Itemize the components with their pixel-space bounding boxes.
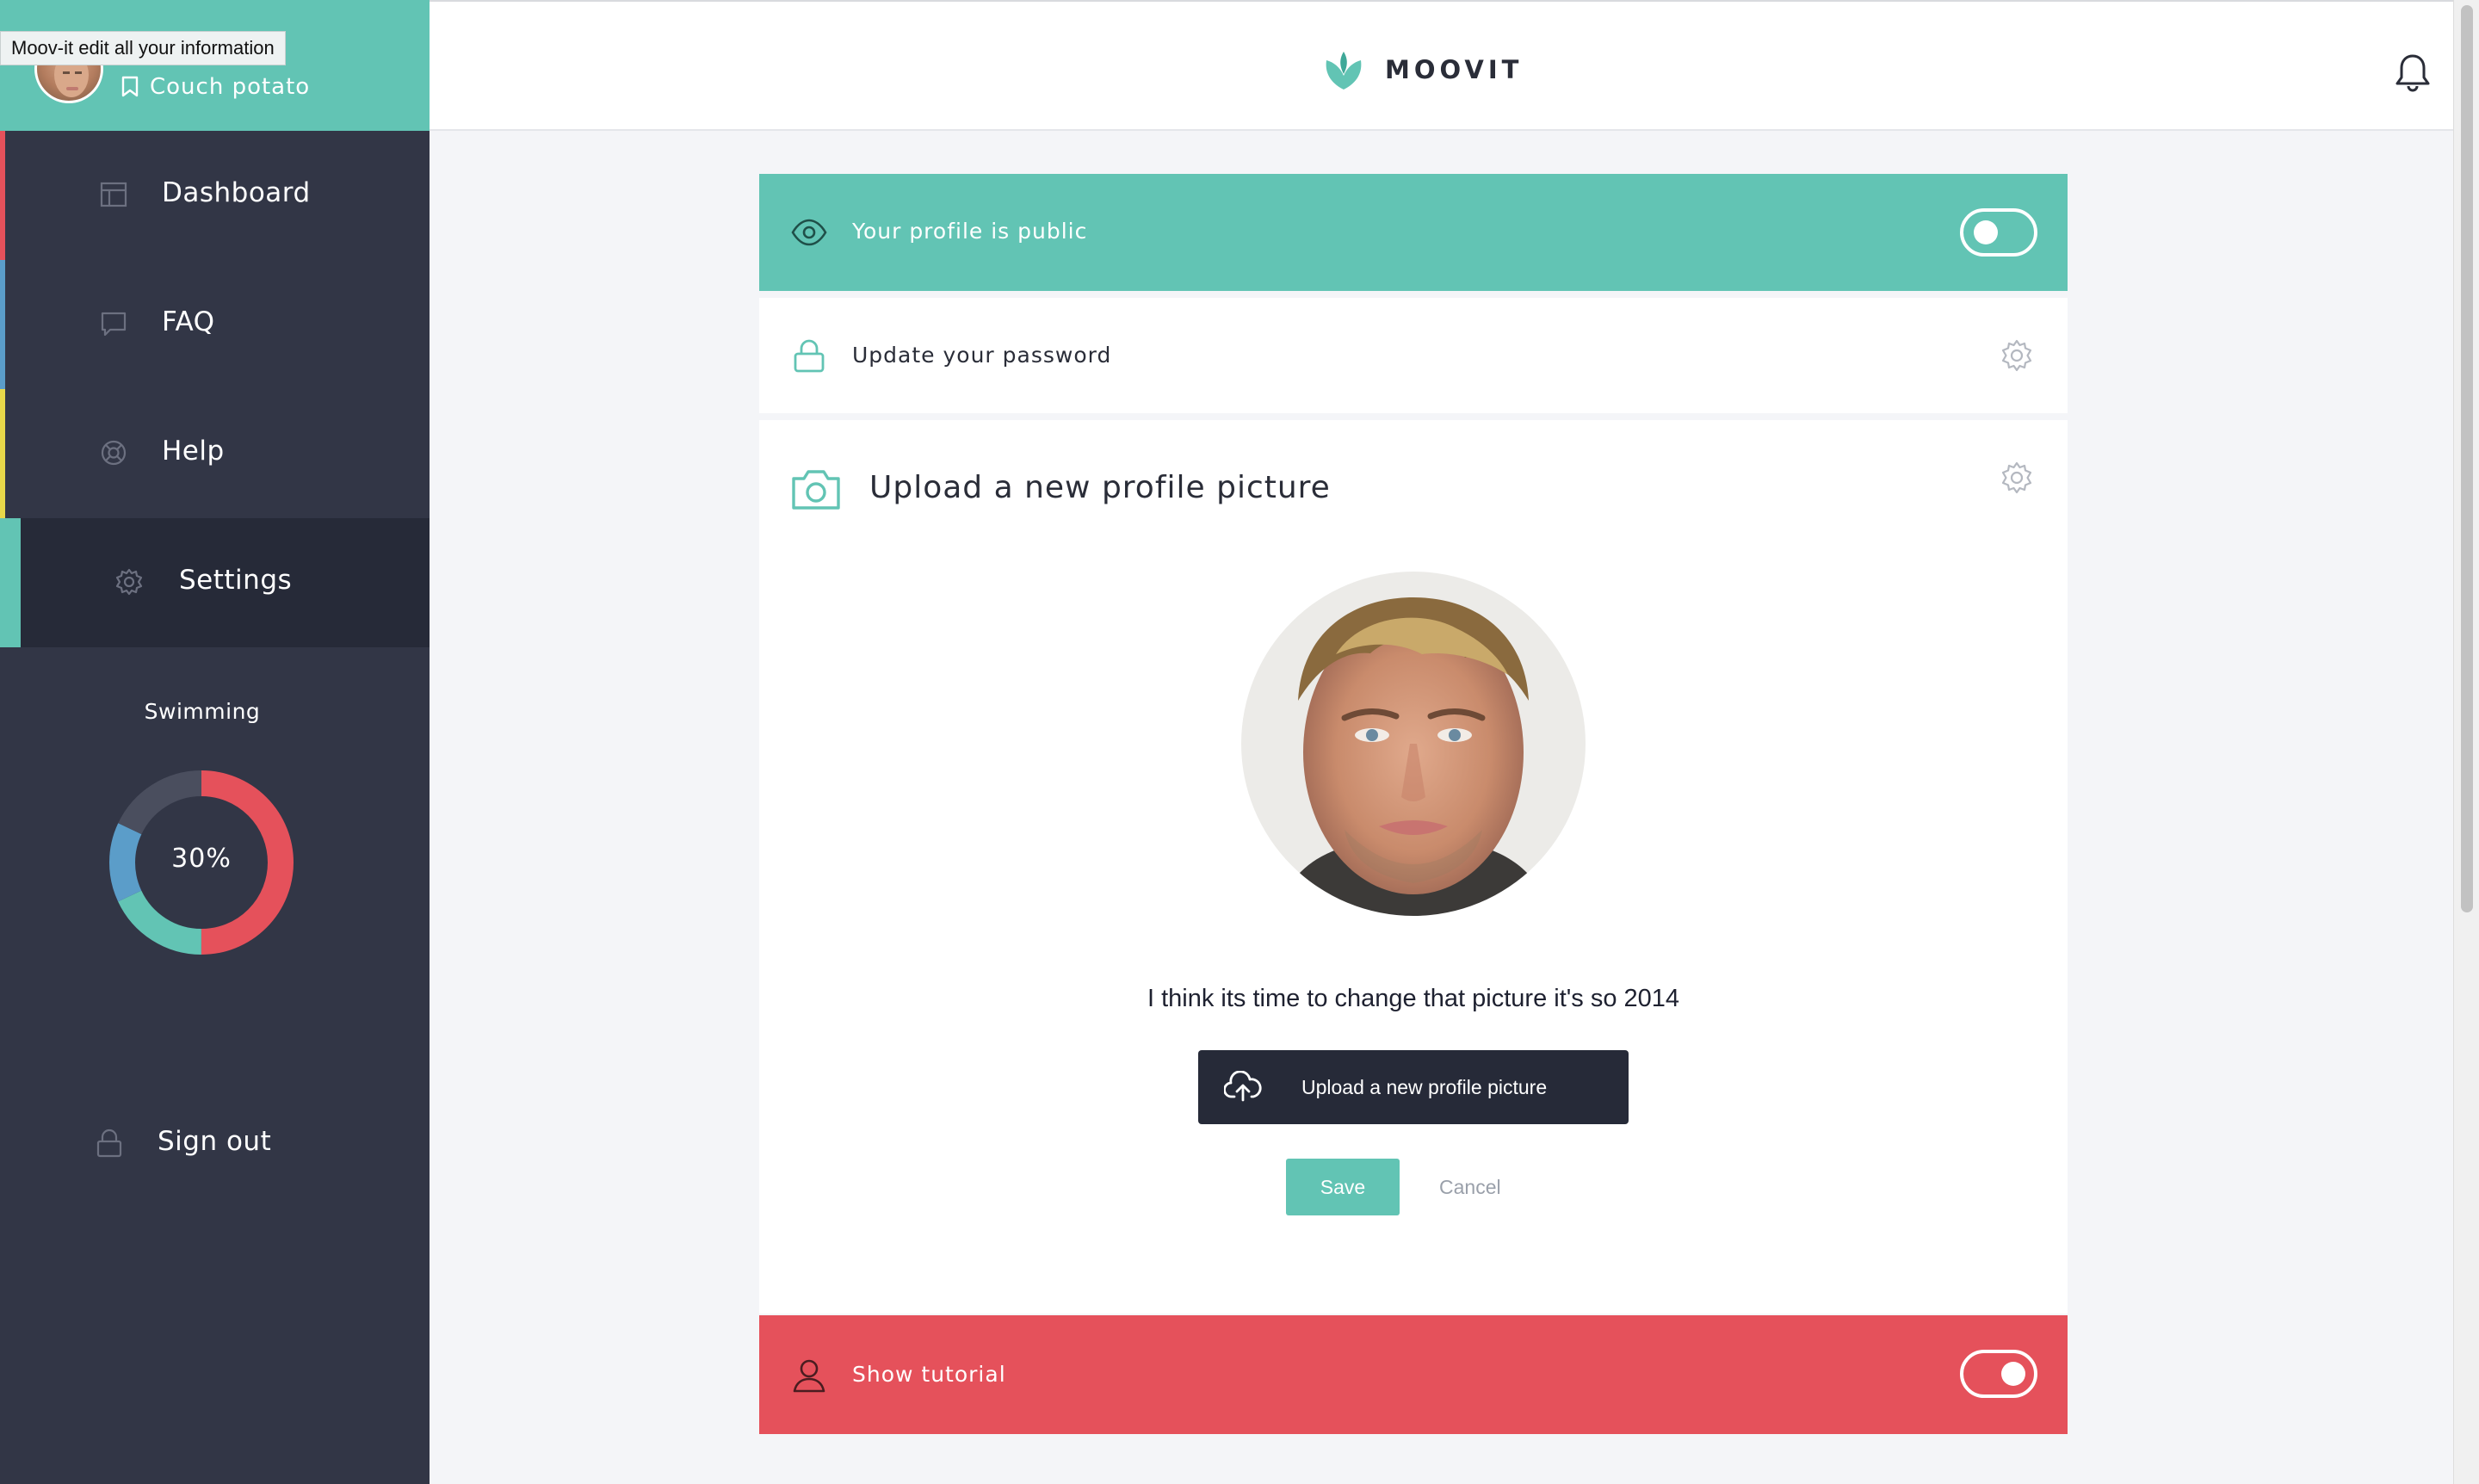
user-icon xyxy=(793,1359,825,1393)
sidebar-item-label: Dashboard xyxy=(162,177,311,208)
user-status: Couch potato xyxy=(121,74,310,100)
dashboard-icon xyxy=(100,182,127,207)
brand-name: MOOVIT xyxy=(1385,55,1524,84)
show-tutorial-toggle[interactable] xyxy=(1960,1350,2037,1398)
sidebar: Couch potato Moov-it edit all your infor… xyxy=(0,0,430,1484)
activity-percent: 30% xyxy=(171,844,232,874)
sidebar-item-dashboard[interactable]: Dashboard xyxy=(0,131,430,260)
sidebar-item-help[interactable]: Help xyxy=(0,389,430,518)
lock-icon xyxy=(96,1128,122,1158)
nav-accent-bar xyxy=(0,389,5,518)
sidebar-item-faq[interactable]: FAQ xyxy=(0,260,430,389)
update-password-row[interactable]: Update your password xyxy=(759,298,2068,413)
show-tutorial-row: Show tutorial xyxy=(759,1315,2068,1434)
tooltip: Moov-it edit all your information xyxy=(0,31,286,65)
eye-icon xyxy=(791,219,827,246)
sidebar-item-label: Help xyxy=(162,436,225,467)
toggle-knob xyxy=(1974,220,1998,244)
lock-icon xyxy=(794,339,825,373)
show-tutorial-label: Show tutorial xyxy=(852,1362,1006,1387)
profile-picture-panel: Upload a new profile picture I think its… xyxy=(759,420,2068,1314)
nav-accent-bar xyxy=(0,131,5,260)
nav-accent-bar xyxy=(0,260,5,389)
chat-icon xyxy=(101,312,127,337)
profile-picture xyxy=(1241,572,1586,916)
bookmark-icon xyxy=(121,76,139,97)
bell-icon[interactable] xyxy=(2394,52,2432,93)
top-bar: MOOVIT xyxy=(430,0,2453,131)
activity-label: Swimming xyxy=(144,699,261,724)
nav-accent-bar xyxy=(0,518,21,647)
lifebuoy-icon xyxy=(101,440,127,466)
update-password-label: Update your password xyxy=(852,343,1112,368)
logo[interactable]: MOOVIT xyxy=(1321,48,1523,91)
moovit-logo-icon xyxy=(1326,52,1362,90)
gear-icon xyxy=(115,568,143,596)
gear-icon[interactable] xyxy=(1999,337,2035,374)
profile-visibility-row: Your profile is public xyxy=(759,174,2068,291)
sign-out-label: Sign out xyxy=(158,1126,272,1157)
picture-caption: I think its time to change that picture … xyxy=(1147,985,1680,1012)
profile-visibility-label: Your profile is public xyxy=(852,219,1088,244)
user-status-label: Couch potato xyxy=(150,74,311,100)
scrollbar-thumb[interactable] xyxy=(2461,5,2473,912)
profile-header[interactable]: Couch potato xyxy=(0,0,430,131)
scrollbar[interactable] xyxy=(2453,0,2479,1484)
sidebar-item-settings[interactable]: Settings xyxy=(0,518,430,647)
cancel-button[interactable]: Cancel xyxy=(1439,1176,1501,1199)
panel-title: Upload a new profile picture xyxy=(869,470,1331,505)
save-button[interactable]: Save xyxy=(1286,1159,1400,1215)
cloud-upload-icon xyxy=(1224,1071,1262,1102)
upload-picture-label: Upload a new profile picture xyxy=(1301,1076,1548,1098)
sidebar-item-label: FAQ xyxy=(162,306,215,337)
sidebar-item-label: Settings xyxy=(179,565,293,596)
gear-icon[interactable] xyxy=(1999,460,2035,496)
camera-icon xyxy=(792,470,840,510)
upload-picture-button[interactable]: Upload a new profile picture xyxy=(1198,1050,1629,1124)
sign-out-button[interactable]: Sign out xyxy=(0,1110,430,1172)
toggle-knob xyxy=(2001,1362,2025,1386)
profile-public-toggle[interactable] xyxy=(1960,208,2037,257)
